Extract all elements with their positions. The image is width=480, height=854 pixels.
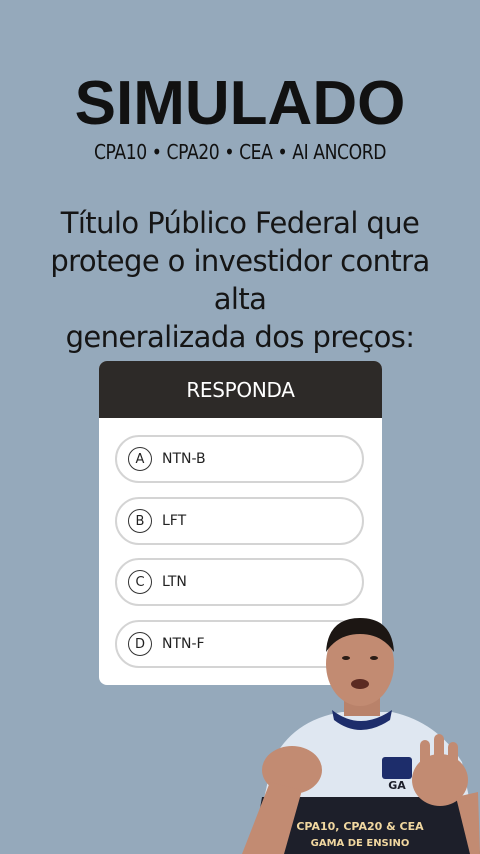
question-line: Título Público Federal que (60, 206, 420, 240)
option-label: NTN-F (162, 636, 205, 652)
option-b-button[interactable]: B LFT (115, 497, 364, 545)
card-header: RESPONDA (99, 361, 382, 418)
presenter-image: GA CPA10, CPA20 & CEA GAMA DE ENSINO (242, 618, 480, 854)
option-a-button[interactable]: A NTN-B (115, 435, 364, 483)
option-letter: D (128, 632, 152, 656)
option-letter: A (128, 447, 152, 471)
option-letter: C (128, 570, 152, 594)
page-title: SIMULADO (74, 69, 406, 138)
shirt-text: GAMA DE ENSINO (311, 838, 410, 849)
page-subtitle: CPA10 • CPA20 • CEA • AI ANCORD (93, 140, 387, 164)
option-c-button[interactable]: C LTN (115, 558, 364, 606)
question-text: Título Público Federal que protege o inv… (40, 204, 440, 356)
question-line: generalizada dos preços: (65, 320, 415, 354)
shirt-logo-text: GA (388, 779, 406, 792)
question-line: protege o investidor contra alta (50, 244, 430, 316)
shirt-text: CPA10, CPA20 & CEA (296, 820, 424, 833)
option-label: LFT (162, 513, 187, 529)
option-label: LTN (162, 574, 187, 590)
option-label: NTN-B (162, 451, 206, 467)
option-letter: B (128, 509, 152, 533)
